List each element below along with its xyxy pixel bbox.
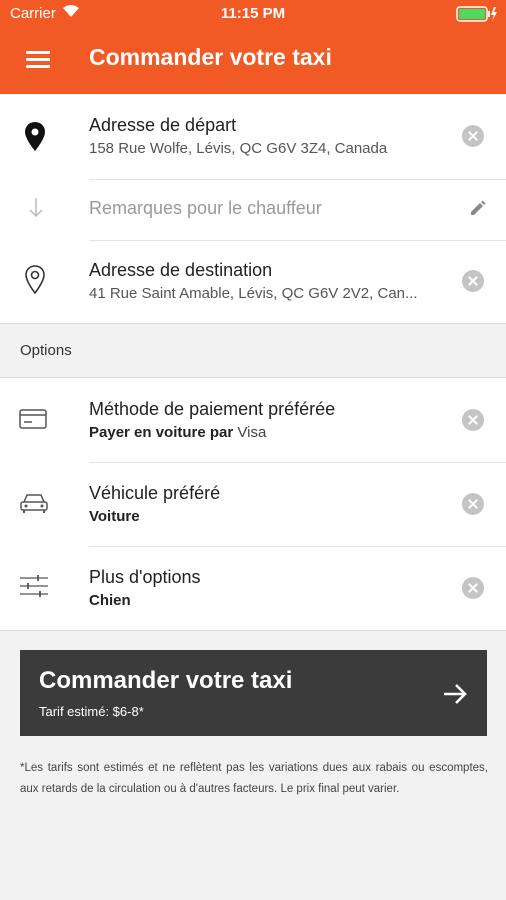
clear-destination-icon[interactable] bbox=[462, 270, 484, 292]
departure-label: Adresse de départ bbox=[89, 115, 237, 135]
clear-payment-icon[interactable] bbox=[462, 409, 484, 431]
destination-address: 41 Rue Saint Amable, Lévis, QC G6V 2V2, … bbox=[89, 285, 418, 302]
departure-row[interactable]: Adresse de départ 158 Rue Wolfe, Lévis, … bbox=[0, 94, 506, 179]
clear-vehicle-icon[interactable] bbox=[462, 493, 484, 515]
clear-departure-icon[interactable] bbox=[462, 125, 484, 147]
divider bbox=[0, 323, 506, 324]
edit-pencil-icon[interactable] bbox=[468, 198, 488, 218]
map-pin-filled-icon bbox=[25, 122, 45, 151]
divider bbox=[0, 630, 506, 631]
payment-method-row[interactable]: Méthode de paiement préférée Payer en vo… bbox=[0, 378, 506, 462]
payment-method-value: Payer en voiture par Visa bbox=[89, 424, 444, 441]
departure-address: 158 Rue Wolfe, Lévis, QC G6V 3Z4, Canada bbox=[89, 140, 388, 157]
battery-icon bbox=[456, 6, 497, 22]
hamburger-menu-icon[interactable] bbox=[26, 48, 54, 72]
address-card: Adresse de départ 158 Rue Wolfe, Lévis, … bbox=[0, 94, 506, 323]
options-card: Méthode de paiement préférée Payer en vo… bbox=[0, 378, 506, 630]
more-options-value: Chien bbox=[89, 592, 131, 609]
destination-row[interactable]: Adresse de destination 41 Rue Saint Amab… bbox=[0, 241, 506, 323]
vehicle-value: Voiture bbox=[89, 508, 140, 525]
status-bar: Carrier 11:15 PM bbox=[0, 0, 506, 28]
page-title: Commander votre taxi bbox=[89, 44, 332, 70]
order-taxi-button[interactable]: Commander votre taxi Tarif estimé: $6-8* bbox=[20, 650, 487, 736]
remarks-input[interactable]: Remarques pour le chauffeur bbox=[89, 198, 322, 219]
payment-method: Visa bbox=[237, 424, 267, 441]
credit-card-icon bbox=[19, 409, 47, 429]
vehicle-label: Véhicule préféré bbox=[89, 483, 221, 503]
status-time: 11:15 PM bbox=[220, 5, 286, 22]
map-pin-outline-icon bbox=[25, 265, 45, 295]
arrow-down-icon bbox=[29, 198, 43, 218]
sliders-icon bbox=[20, 575, 48, 597]
vehicle-row[interactable]: Véhicule préféré Voiture bbox=[0, 463, 506, 546]
more-options-label: Plus d'options bbox=[89, 567, 201, 587]
more-options-row[interactable]: Plus d'options Chien bbox=[0, 547, 506, 630]
clear-more-options-icon[interactable] bbox=[462, 577, 484, 599]
app-header: Carrier 11:15 PM Commander votre taxi bbox=[0, 0, 506, 94]
estimated-fare: Tarif estimé: $6-8* bbox=[39, 704, 144, 719]
options-section-title: Options bbox=[20, 342, 72, 359]
order-button-title: Commander votre taxi bbox=[39, 667, 293, 694]
car-icon bbox=[20, 494, 48, 513]
nav-bar: Commander votre taxi bbox=[0, 40, 506, 80]
payment-prefix: Payer en voiture par bbox=[89, 424, 234, 441]
fare-disclaimer: *Les tarifs sont estimés et ne reflètent… bbox=[20, 762, 488, 795]
destination-label: Adresse de destination bbox=[89, 260, 273, 280]
arrow-right-icon bbox=[444, 684, 467, 704]
payment-method-label: Méthode de paiement préférée bbox=[89, 399, 336, 419]
